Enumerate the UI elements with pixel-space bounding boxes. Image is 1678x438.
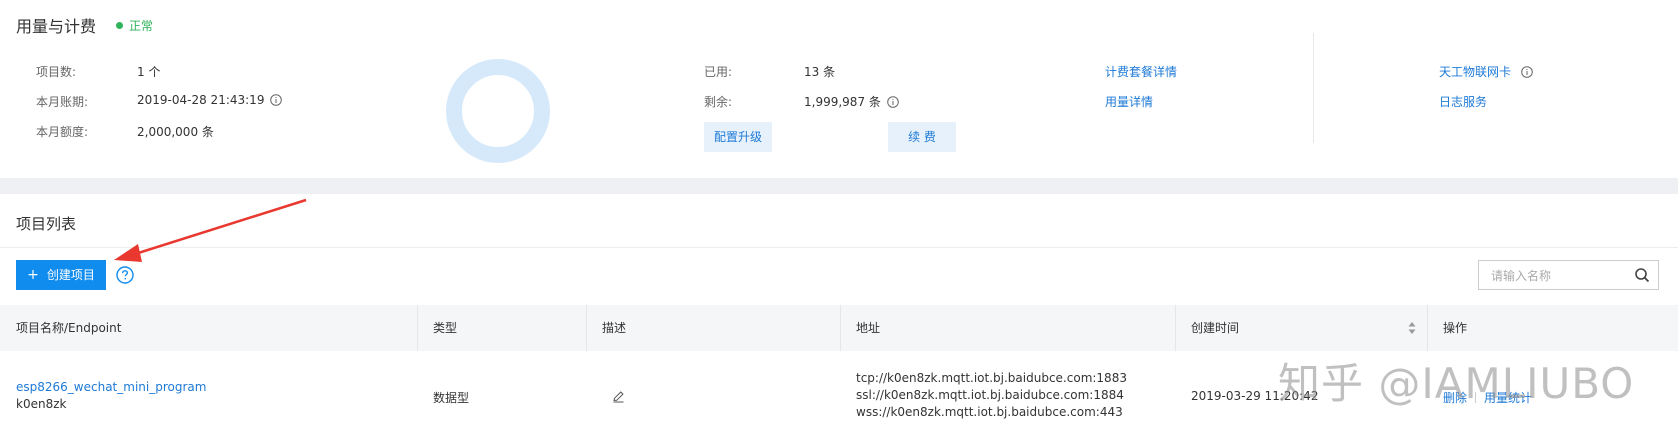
quota-label: 本月额度: — [36, 125, 89, 139]
billing-period-field: 2019-04-28 21:43:19 — [137, 93, 283, 107]
used-label: 已用: — [704, 65, 733, 79]
info-icon[interactable] — [887, 96, 899, 108]
address-ssl: ssl://k0en8zk.mqtt.iot.bj.baidubce.com:1… — [856, 388, 1124, 402]
project-list-title: 项目列表 — [16, 215, 77, 233]
sort-icon[interactable] — [1408, 321, 1416, 335]
upgrade-button[interactable]: 配置升级 — [704, 122, 772, 152]
column-header-actions: 操作 — [1443, 321, 1468, 335]
watermark: 知乎 @IAMLIUBO — [1278, 359, 1635, 408]
address-wss: wss://k0en8zk.mqtt.iot.bj.baidubce.com:4… — [856, 405, 1123, 419]
section-divider — [1313, 33, 1314, 143]
usage-donut-chart — [446, 59, 550, 163]
info-icon[interactable] — [1521, 66, 1533, 78]
project-endpoint: k0en8zk — [16, 397, 67, 411]
help-icon[interactable] — [116, 266, 134, 284]
column-header-created: 创建时间 — [1191, 321, 1240, 335]
create-project-label: 创建项目 — [46, 268, 95, 282]
billing-period-value: 2019-04-28 21:43:19 — [137, 93, 265, 107]
billing-period-label: 本月账期: — [36, 95, 89, 109]
column-header-address: 地址 — [856, 321, 881, 335]
column-divider — [1175, 305, 1176, 351]
remaining-value: 1,999,987 条 — [804, 95, 881, 109]
remaining-label: 剩余: — [704, 95, 733, 109]
column-divider — [840, 305, 841, 351]
column-header-type: 类型 — [433, 321, 458, 335]
project-name-link[interactable]: esp8266_wechat_mini_program — [16, 380, 206, 394]
info-icon[interactable] — [270, 94, 283, 106]
usage-details-link[interactable]: 用量详情 — [1105, 93, 1153, 110]
edit-icon[interactable] — [612, 390, 625, 403]
quota-value: 2,000,000 条 — [137, 125, 214, 139]
iot-card-field: 天工物联网卡 — [1439, 63, 1533, 80]
project-name[interactable]: esp8266_wechat_mini_program — [16, 380, 206, 394]
renew-button[interactable]: 续 费 — [888, 122, 956, 152]
status-text: 正常 — [129, 19, 154, 33]
column-divider — [417, 305, 418, 351]
address-list: tcp://k0en8zk.mqtt.iot.bj.baidubce.com:1… — [856, 370, 1127, 421]
column-header-name: 项目名称/Endpoint — [16, 321, 122, 335]
column-header-description: 描述 — [602, 321, 627, 335]
search-input[interactable] — [1489, 262, 1633, 290]
column-divider — [1427, 305, 1428, 351]
create-project-button[interactable]: + 创建项目 — [16, 260, 106, 290]
search-icon[interactable] — [1634, 267, 1650, 283]
plus-icon: + — [27, 267, 39, 283]
project-count-value: 1 个 — [137, 65, 161, 79]
plan-details-link[interactable]: 计费套餐详情 — [1105, 63, 1177, 80]
usage-panel: 用量与计费 正常 项目数: 1 个 本月账期: 2019-04-28 21:43… — [0, 0, 1678, 178]
usage-title: 用量与计费 — [16, 17, 97, 36]
status-badge: 正常 — [116, 17, 153, 34]
status-dot-icon — [116, 22, 123, 29]
project-type: 数据型 — [433, 391, 470, 405]
address-tcp: tcp://k0en8zk.mqtt.iot.bj.baidubce.com:1… — [856, 371, 1127, 385]
column-divider — [586, 305, 587, 351]
project-count-label: 项目数: — [36, 65, 77, 79]
iot-card-link[interactable]: 天工物联网卡 — [1439, 65, 1511, 79]
log-service-link[interactable]: 日志服务 — [1439, 93, 1487, 110]
remaining-field: 1,999,987 条 — [804, 93, 899, 110]
section-separator — [0, 178, 1678, 194]
search-box — [1478, 260, 1659, 290]
divider — [0, 247, 1678, 248]
used-value: 13 条 — [804, 65, 836, 79]
